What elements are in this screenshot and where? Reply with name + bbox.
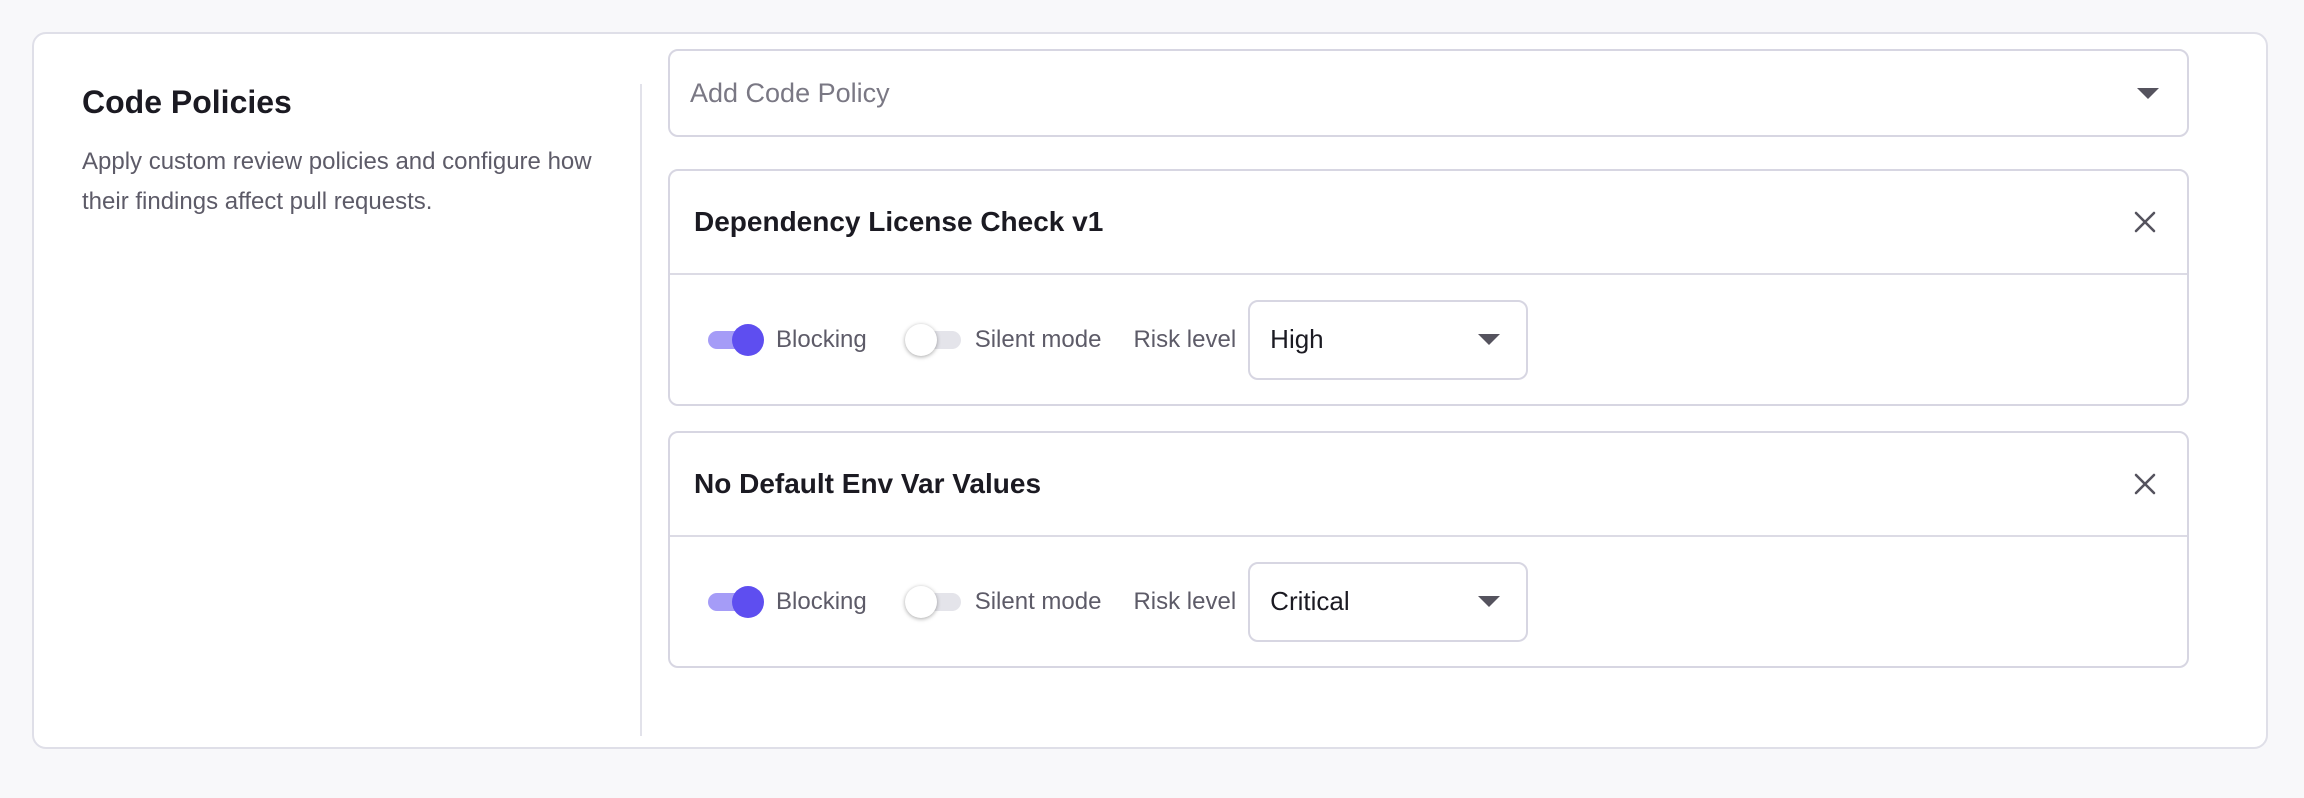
add-code-policy-placeholder: Add Code Policy <box>690 77 890 108</box>
close-icon[interactable] <box>2127 204 2163 240</box>
blocking-label: Blocking <box>776 587 867 615</box>
chevron-down-icon <box>1478 334 1501 345</box>
policy-settings: Blocking Silent mode Risk level High <box>670 275 2187 404</box>
section-description: Apply custom review policies and configu… <box>82 148 592 215</box>
add-code-policy-select[interactable]: Add Code Policy <box>668 49 2189 137</box>
silent-mode-label: Silent mode <box>974 587 1102 615</box>
risk-level-select[interactable]: Critical <box>1248 561 1529 642</box>
silent-mode-toggle[interactable]: Silent mode <box>904 585 1102 618</box>
section-intro: Code Policies Apply custom review polici… <box>82 82 602 222</box>
vertical-divider <box>640 84 642 736</box>
silent-mode-toggle[interactable]: Silent mode <box>904 323 1102 356</box>
blocking-switch[interactable] <box>706 323 764 356</box>
risk-level-label: Risk level <box>1133 587 1237 615</box>
section-title: Code Policies <box>82 84 292 120</box>
blocking-toggle[interactable]: Blocking <box>706 585 867 618</box>
blocking-toggle[interactable]: Blocking <box>706 323 867 356</box>
risk-level-value: High <box>1270 324 1324 354</box>
chevron-down-icon <box>2137 87 2159 99</box>
policy-card: No Default Env Var Values Blocking Silen… <box>668 431 2189 668</box>
policy-settings: Blocking Silent mode Risk level Critical <box>670 537 2187 666</box>
blocking-switch[interactable] <box>706 585 764 618</box>
silent-mode-label: Silent mode <box>974 325 1102 353</box>
blocking-label: Blocking <box>776 325 867 353</box>
silent-mode-switch[interactable] <box>904 585 961 618</box>
risk-level-value: Critical <box>1270 586 1350 616</box>
chevron-down-icon <box>1478 596 1501 607</box>
policy-header: Dependency License Check v1 <box>670 171 2187 275</box>
policy-header: No Default Env Var Values <box>670 433 2187 537</box>
policy-name: No Default Env Var Values <box>694 468 1042 499</box>
close-icon[interactable] <box>2127 466 2163 502</box>
risk-level-select[interactable]: High <box>1248 299 1529 380</box>
policy-name: Dependency License Check v1 <box>694 206 1104 237</box>
risk-level-label: Risk level <box>1133 325 1237 353</box>
silent-mode-switch[interactable] <box>904 323 961 356</box>
policy-card: Dependency License Check v1 Blocking Sil… <box>668 169 2189 406</box>
